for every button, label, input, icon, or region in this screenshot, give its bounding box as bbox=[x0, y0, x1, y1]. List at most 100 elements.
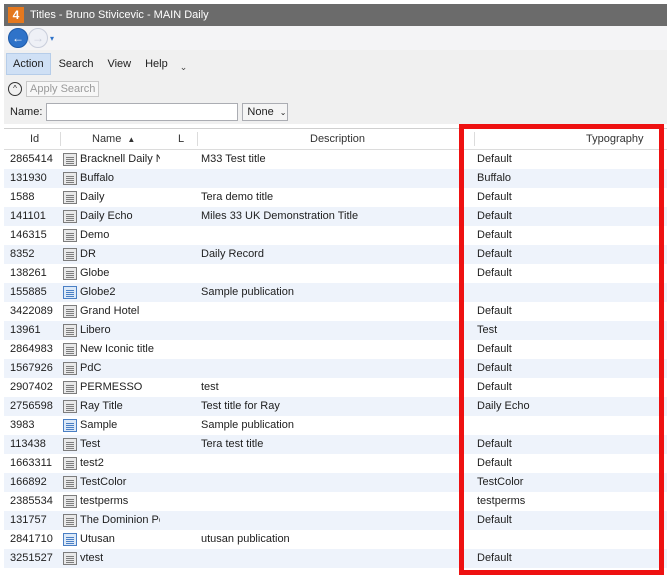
title-icon bbox=[63, 397, 79, 416]
table-row[interactable]: 138261 Globe Default bbox=[4, 264, 667, 283]
cell-description: Miles 33 UK Demonstration Title bbox=[201, 210, 359, 222]
table-row[interactable]: 166892 TestColor TestColor bbox=[4, 473, 667, 492]
table-row[interactable]: 8352 DR Daily Record Default bbox=[4, 245, 667, 264]
table-row[interactable]: 3983 Sample Sample publication bbox=[4, 416, 667, 435]
match-mode-select[interactable]: None ⌄ bbox=[242, 103, 289, 121]
cell-name: New Iconic title bbox=[80, 343, 154, 355]
title-icon bbox=[63, 207, 79, 226]
menu-bar: Action Search View Help ⌄ bbox=[4, 50, 667, 78]
table-row[interactable]: 141101 Daily Echo Miles 33 UK Demonstratio… bbox=[4, 207, 667, 226]
title-icon bbox=[63, 473, 79, 492]
column-separator[interactable] bbox=[197, 132, 198, 146]
table-row[interactable]: 155885 Globe2 Sample publication bbox=[4, 283, 667, 302]
name-filter-bar: Name: None ⌄ bbox=[4, 100, 667, 124]
cell-description: Daily Record bbox=[201, 248, 264, 260]
menu-search[interactable]: Search bbox=[53, 54, 100, 74]
column-header-name[interactable]: Name ▲ bbox=[92, 129, 135, 149]
document-icon bbox=[63, 495, 77, 508]
cell-typography: testperms bbox=[477, 495, 526, 507]
menu-overflow-icon[interactable]: ⌄ bbox=[180, 62, 188, 73]
table-row[interactable]: 3422089 Grand Hotel Default bbox=[4, 302, 667, 321]
title-icon bbox=[63, 188, 79, 207]
cell-name: DR bbox=[80, 248, 96, 260]
cell-name: Utusan bbox=[80, 533, 115, 545]
cell-description: Sample publication bbox=[201, 419, 294, 431]
table-row[interactable]: 2865414 Bracknell Daily N M33 Test title De… bbox=[4, 150, 667, 169]
back-button[interactable]: ← bbox=[8, 28, 28, 48]
document-icon bbox=[63, 324, 77, 337]
table-row[interactable]: 2756598 Ray Title Test title for Ray Daily … bbox=[4, 397, 667, 416]
history-dropdown-icon[interactable]: ▾ bbox=[50, 34, 54, 43]
arrow-right-icon: → bbox=[32, 31, 44, 45]
apply-search-button[interactable]: Apply Search bbox=[26, 81, 100, 97]
table-row[interactable]: 131757 The Dominion Pc Default bbox=[4, 511, 667, 530]
document-icon bbox=[63, 286, 77, 299]
menu-action[interactable]: Action bbox=[6, 53, 51, 75]
cell-typography: Default bbox=[477, 362, 512, 374]
table-row[interactable]: 113438 Test Tera test title Default bbox=[4, 435, 667, 454]
column-header-id[interactable]: Id bbox=[30, 129, 39, 149]
cell-typography: Daily Echo bbox=[477, 400, 530, 412]
table-row[interactable]: 2864983 New Iconic title Default bbox=[4, 340, 667, 359]
cell-id: 3251527 bbox=[10, 552, 53, 564]
menu-help[interactable]: Help bbox=[139, 54, 174, 74]
table-row[interactable]: 13961 Libero Test bbox=[4, 321, 667, 340]
menu-view[interactable]: View bbox=[101, 54, 137, 74]
collapse-search-button[interactable]: ^ bbox=[8, 82, 22, 96]
table-row[interactable]: 2385534 testperms testperms bbox=[4, 492, 667, 511]
document-icon bbox=[63, 305, 77, 318]
document-icon bbox=[63, 476, 77, 489]
match-mode-value: None bbox=[247, 106, 274, 118]
cell-description bbox=[201, 549, 471, 568]
title-icon bbox=[63, 454, 79, 473]
column-header-l[interactable]: L bbox=[178, 129, 184, 149]
table-row[interactable]: 2907402 PERMESSO test Default bbox=[4, 378, 667, 397]
cell-description bbox=[201, 511, 471, 530]
cell-name: Bracknell Daily N bbox=[80, 153, 160, 165]
table-row[interactable]: 2841710 Utusan utusan publication bbox=[4, 530, 667, 549]
cell-description bbox=[201, 264, 471, 283]
cell-name: PERMESSO bbox=[80, 381, 143, 393]
cell-typography: Default bbox=[477, 229, 512, 241]
table-row[interactable]: 1588 Daily Tera demo title Default bbox=[4, 188, 667, 207]
cell-typography bbox=[477, 416, 627, 435]
cell-name: TestColor bbox=[80, 476, 127, 488]
arrow-left-icon: ← bbox=[12, 31, 24, 45]
title-icon bbox=[63, 169, 79, 188]
column-separator[interactable] bbox=[60, 132, 61, 146]
cell-name: test2 bbox=[80, 457, 104, 469]
cell-name: Sample bbox=[80, 419, 118, 431]
title-icon bbox=[63, 492, 79, 511]
column-header-typography[interactable]: Typography bbox=[586, 129, 643, 149]
window-titlebar: 4 Titles - Bruno Stivicevic - MAIN Daily bbox=[4, 4, 667, 26]
cell-description: Sample publication bbox=[201, 286, 294, 298]
cell-description: M33 Test title bbox=[201, 153, 266, 165]
cell-id: 1588 bbox=[10, 191, 35, 203]
column-header-description[interactable]: Description bbox=[310, 129, 365, 149]
forward-button[interactable]: → bbox=[28, 28, 48, 48]
cell-id: 1663311 bbox=[10, 457, 53, 469]
name-input[interactable] bbox=[46, 103, 239, 121]
table-row[interactable]: 131930 Buffalo Buffalo bbox=[4, 169, 667, 188]
cell-typography: Test bbox=[477, 324, 498, 336]
table-row[interactable]: 3251527 vtest Default bbox=[4, 549, 667, 568]
cell-id: 1567926 bbox=[10, 362, 53, 374]
cell-name: Daily Echo bbox=[80, 210, 133, 222]
cell-id: 13961 bbox=[10, 324, 41, 336]
document-icon bbox=[63, 362, 77, 375]
cell-typography: Default bbox=[477, 438, 512, 450]
table-row[interactable]: 1663311 test2 Default bbox=[4, 454, 667, 473]
sort-ascending-icon: ▲ bbox=[127, 135, 136, 144]
column-separator[interactable] bbox=[474, 132, 475, 146]
cell-id: 2385534 bbox=[10, 495, 53, 507]
title-icon bbox=[63, 302, 79, 321]
document-icon bbox=[63, 400, 77, 413]
table-row[interactable]: 146315 Demo Default bbox=[4, 226, 667, 245]
title-icon bbox=[63, 511, 79, 530]
cell-name: Globe bbox=[80, 267, 110, 279]
cell-id: 166892 bbox=[10, 476, 47, 488]
table-row[interactable]: 1567926 PdC Default bbox=[4, 359, 667, 378]
cell-description bbox=[201, 321, 471, 340]
document-icon bbox=[63, 552, 77, 565]
titles-grid: Id Name ▲ L Description Typography 28654… bbox=[4, 128, 667, 579]
